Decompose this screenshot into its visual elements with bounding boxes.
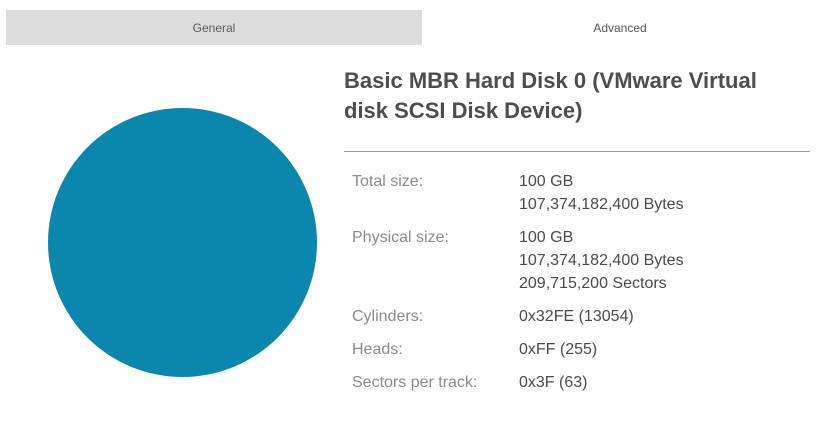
property-value: 0xFF (255)	[519, 341, 598, 358]
tab-general[interactable]: General	[6, 10, 422, 45]
property-label: Cylinders:	[352, 308, 424, 325]
property-value: 107,374,182,400 Bytes	[519, 196, 684, 213]
disk-properties-window: General Advanced Basic MBR Hard Disk 0 (…	[0, 0, 818, 425]
property-physical-size: Physical size: 100 GB 107,374,182,400 By…	[352, 226, 812, 295]
properties-list: Total size: 100 GB 107,374,182,400 Bytes…	[352, 170, 812, 404]
property-value: 0x3F (63)	[519, 374, 588, 391]
property-value: 0x32FE (13054)	[519, 308, 634, 325]
disk-usage-pie	[48, 108, 317, 377]
property-total-size: Total size: 100 GB 107,374,182,400 Bytes	[352, 170, 812, 216]
property-label: Heads:	[352, 341, 403, 358]
property-heads: Heads: 0xFF (255)	[352, 338, 812, 361]
property-label: Sectors per track:	[352, 374, 478, 391]
property-values: 100 GB 107,374,182,400 Bytes 209,715,200…	[519, 226, 684, 295]
tab-bar: General Advanced	[0, 10, 818, 45]
property-cylinders: Cylinders: 0x32FE (13054)	[352, 305, 812, 328]
property-sectors-per-track: Sectors per track: 0x3F (63)	[352, 371, 812, 394]
property-value: 100 GB	[519, 173, 574, 190]
property-values: 100 GB 107,374,182,400 Bytes	[519, 170, 684, 216]
property-value: 107,374,182,400 Bytes	[519, 252, 684, 269]
disk-title: Basic MBR Hard Disk 0 (VMware Virtual di…	[344, 68, 757, 123]
property-label: Physical size:	[352, 229, 449, 246]
property-value: 100 GB	[519, 229, 574, 246]
property-value: 209,715,200 Sectors	[519, 275, 667, 292]
title-divider	[344, 151, 810, 152]
property-values: 0x3F (63)	[519, 371, 587, 394]
property-values: 0xFF (255)	[519, 338, 597, 361]
property-values: 0x32FE (13054)	[519, 305, 634, 328]
property-label: Total size:	[352, 173, 424, 190]
tab-advanced[interactable]: Advanced	[422, 10, 818, 45]
